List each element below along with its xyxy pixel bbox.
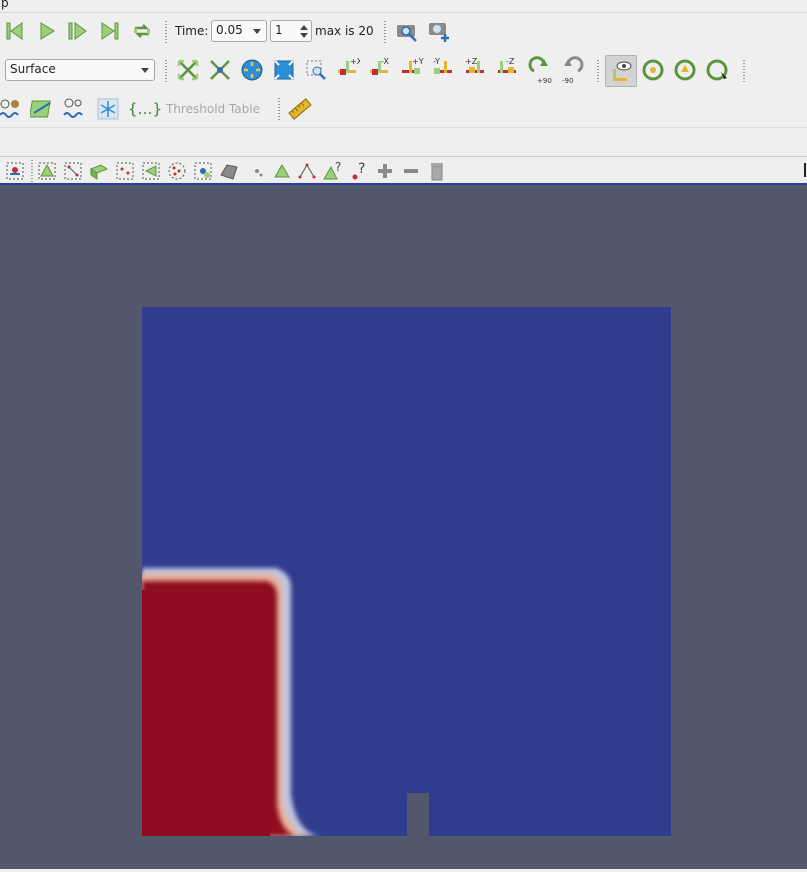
group-datasets-icon[interactable]: {…} xyxy=(128,100,162,118)
axis-label: -Z xyxy=(506,57,515,66)
toolbar-grip[interactable] xyxy=(31,160,33,182)
point-query-icon[interactable]: ? xyxy=(347,159,371,183)
simulation-domain xyxy=(142,307,671,836)
first-frame-icon[interactable] xyxy=(3,19,27,43)
glyph-icon[interactable] xyxy=(96,97,120,121)
view-minus-z-icon: -Z xyxy=(498,57,516,73)
view-minus-y-icon: -Y xyxy=(433,57,452,74)
view-plus-z-button[interactable]: +Z xyxy=(464,55,488,85)
rotate-plus-90-button[interactable]: +90 xyxy=(528,55,554,85)
trash-icon[interactable] xyxy=(425,159,449,183)
center-of-rotation-icon[interactable] xyxy=(641,58,665,82)
timestep-value: 1 xyxy=(275,23,283,37)
high-field-core xyxy=(142,590,270,836)
axis-label: -X xyxy=(381,57,389,66)
timestep-spinbox[interactable]: 1 xyxy=(270,20,312,42)
selection-display-icon[interactable] xyxy=(3,159,27,183)
zoom-to-box-icon[interactable] xyxy=(272,58,296,82)
select-cells-frustum-icon[interactable] xyxy=(87,159,111,183)
menu-bar: p xyxy=(0,0,807,13)
view-minus-y-button[interactable]: -Y xyxy=(432,55,456,85)
toolbar-grip[interactable] xyxy=(743,60,745,82)
rotate-ccw-icon: -90 xyxy=(562,56,584,85)
orientation-axes-toggle[interactable] xyxy=(605,55,637,87)
view-minus-x-icon: -X xyxy=(370,57,389,75)
play-icon[interactable] xyxy=(35,19,59,43)
camera-toolbar: Surface +X -X +Y -Y +Z -Z +90 -90 xyxy=(0,51,807,90)
axis-label: +Z xyxy=(465,57,478,66)
rotate-minus-90-button[interactable]: -90 xyxy=(560,55,586,85)
cell-query-icon[interactable]: ? xyxy=(321,159,345,183)
grow-selection-icon[interactable] xyxy=(245,159,269,183)
rotate-label: +90 xyxy=(537,77,552,85)
vcr-toolbar: Time: 0.05 1 max is 20 xyxy=(0,13,807,51)
select-points-frustum-icon[interactable] xyxy=(113,159,137,183)
plot-data-over-time-icon[interactable] xyxy=(63,97,87,121)
representation-value: Surface xyxy=(10,62,56,76)
rotate-label: -90 xyxy=(562,77,573,85)
chevron-down-icon xyxy=(253,29,261,34)
extract-selection-icon[interactable] xyxy=(295,159,319,183)
menu-label-partial[interactable]: p xyxy=(1,0,9,10)
hover-points-icon[interactable] xyxy=(191,159,215,183)
view-plus-y-button[interactable]: +Y xyxy=(400,55,424,85)
render-view[interactable] xyxy=(0,185,807,869)
save-screenshot-icon[interactable] xyxy=(427,19,451,43)
time-value: 0.05 xyxy=(216,23,243,37)
toolbar-grip[interactable] xyxy=(597,60,599,82)
chevron-down-icon xyxy=(141,68,149,73)
zoom-to-selection-icon[interactable] xyxy=(304,58,328,82)
view-minus-x-button[interactable]: -X xyxy=(368,55,392,85)
threshold-table-button[interactable]: Threshold Table xyxy=(166,102,260,116)
time-label: Time: xyxy=(175,24,209,38)
toolbar-grip[interactable] xyxy=(278,98,280,120)
interactive-select-points-icon[interactable] xyxy=(165,159,189,183)
next-frame-icon[interactable] xyxy=(66,19,90,43)
last-frame-icon[interactable] xyxy=(98,19,122,43)
zoom-to-data-icon[interactable] xyxy=(208,58,232,82)
shrink-selection-icon[interactable] xyxy=(270,159,294,183)
view-plus-x-button[interactable]: +X xyxy=(336,55,363,85)
plot-over-time-icon[interactable] xyxy=(0,97,24,121)
capture-screenshot-icon[interactable] xyxy=(395,19,419,43)
eye-axes-icon xyxy=(613,61,632,81)
svg-text:?: ? xyxy=(335,160,341,174)
representation-dropdown[interactable]: Surface xyxy=(5,59,155,81)
toolbar-grip[interactable] xyxy=(165,21,167,43)
add-selection-icon[interactable] xyxy=(373,159,397,183)
time-dropdown[interactable]: 0.05 xyxy=(211,20,267,42)
select-block-icon[interactable] xyxy=(139,159,163,183)
plot-over-line-icon[interactable] xyxy=(30,97,54,121)
subtract-selection-icon[interactable] xyxy=(399,159,423,183)
rotate-cw-icon: +90 xyxy=(528,56,552,85)
filters-toolbar: {…} Threshold Table xyxy=(0,90,807,127)
render-canvas[interactable] xyxy=(0,185,807,869)
max-timestep-label: max is 20 xyxy=(315,24,374,38)
empty-toolbar xyxy=(0,127,807,156)
select-polygon-icon[interactable] xyxy=(217,159,241,183)
spin-arrows-icon[interactable] xyxy=(300,25,308,38)
split-view-handle[interactable] xyxy=(804,163,806,177)
toolbar-grip[interactable] xyxy=(165,60,167,82)
axis-label: +X xyxy=(350,57,360,66)
zoom-closest-icon[interactable] xyxy=(240,58,264,82)
select-cells-on-icon[interactable] xyxy=(35,159,59,183)
view-plus-x-icon: +X xyxy=(338,57,363,75)
axis-label: -Y xyxy=(433,57,440,66)
reset-center-icon[interactable] xyxy=(673,58,697,82)
toolbar-grip[interactable] xyxy=(384,21,386,43)
loop-icon[interactable] xyxy=(130,19,154,43)
pick-center-icon[interactable] xyxy=(705,58,729,82)
axis-label: +Y xyxy=(412,57,424,66)
svg-text:?: ? xyxy=(358,161,365,177)
selection-toolbar: ? ? xyxy=(0,156,807,184)
view-plus-z-icon: +Z xyxy=(465,57,484,73)
reset-camera-icon[interactable] xyxy=(176,58,200,82)
ruler-icon[interactable] xyxy=(288,97,312,121)
select-points-on-icon[interactable] xyxy=(61,159,85,183)
view-plus-y-icon: +Y xyxy=(402,57,424,74)
view-minus-z-button[interactable]: -Z xyxy=(496,55,520,85)
